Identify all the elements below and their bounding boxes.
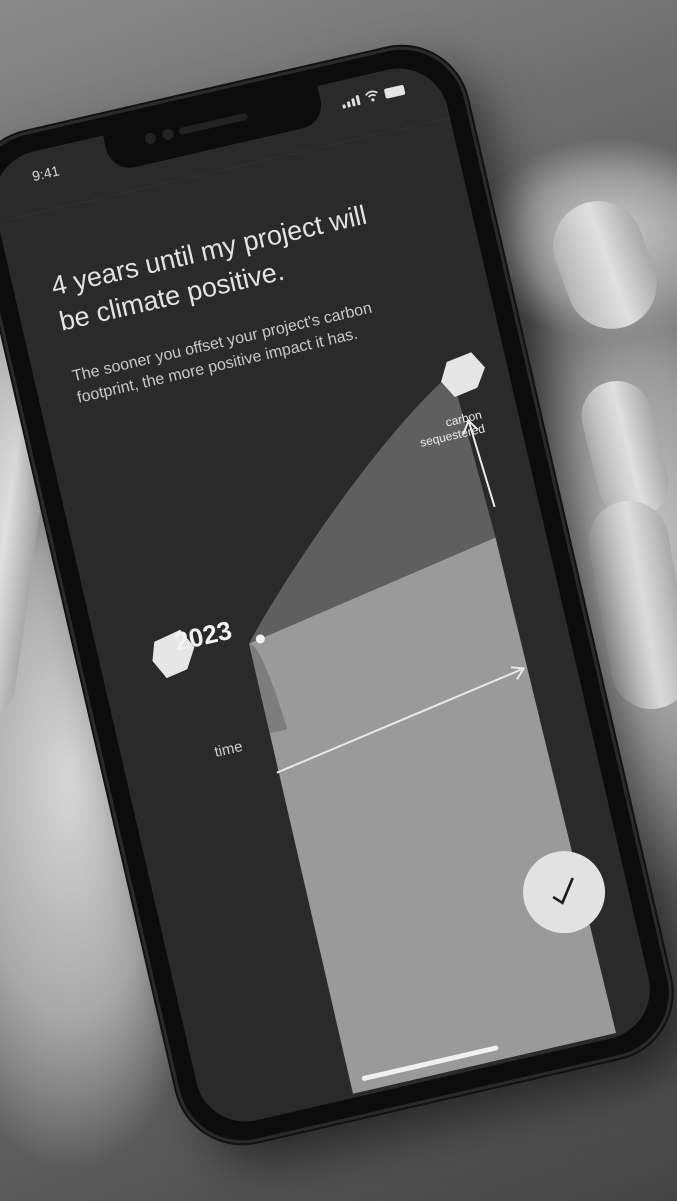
status-time: 9:41 <box>30 162 61 185</box>
front-camera-icon <box>143 131 157 145</box>
wifi-icon <box>365 90 378 102</box>
sensor-icon <box>161 127 175 141</box>
signal-icon <box>341 94 361 109</box>
speaker-grille <box>178 112 249 136</box>
checkmark-icon <box>552 877 574 905</box>
battery-icon <box>383 84 406 99</box>
status-icons <box>340 83 406 109</box>
